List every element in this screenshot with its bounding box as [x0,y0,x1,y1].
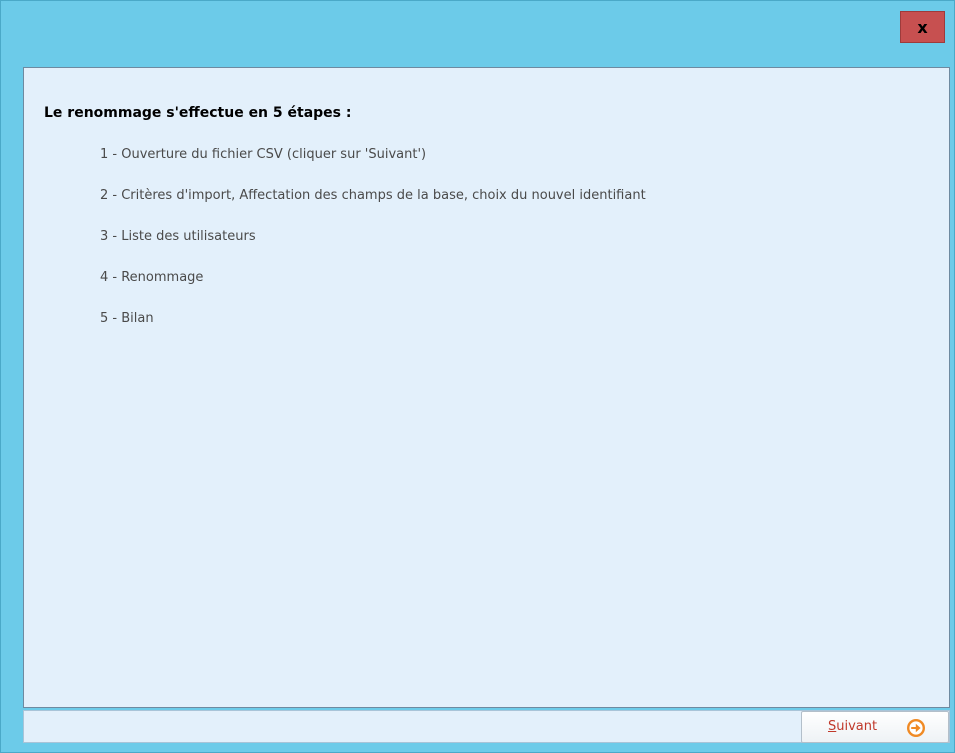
step-item: 5 - Bilan [100,311,154,326]
arrow-right-circle-icon [907,719,925,737]
next-button-label: Suivant [828,719,878,734]
steps-list: 1 - Ouverture du fichier CSV (cliquer su… [100,146,646,351]
wizard-window: x Le renommage s'effectue en 5 étapes : … [0,0,955,753]
content-panel: Le renommage s'effectue en 5 étapes : 1 … [23,67,950,708]
close-button[interactable]: x [900,11,945,43]
next-button[interactable]: Suivant [801,711,949,743]
title-bar: x [1,1,954,63]
page-heading: Le renommage s'effectue en 5 étapes : [44,105,352,121]
step-item: 3 - Liste des utilisateurs [100,229,256,244]
step-item: 2 - Critères d'import, Affectation des c… [100,188,646,203]
step-item: 4 - Renommage [100,270,204,285]
close-icon: x [917,17,928,37]
step-item: 1 - Ouverture du fichier CSV (cliquer su… [100,147,427,162]
